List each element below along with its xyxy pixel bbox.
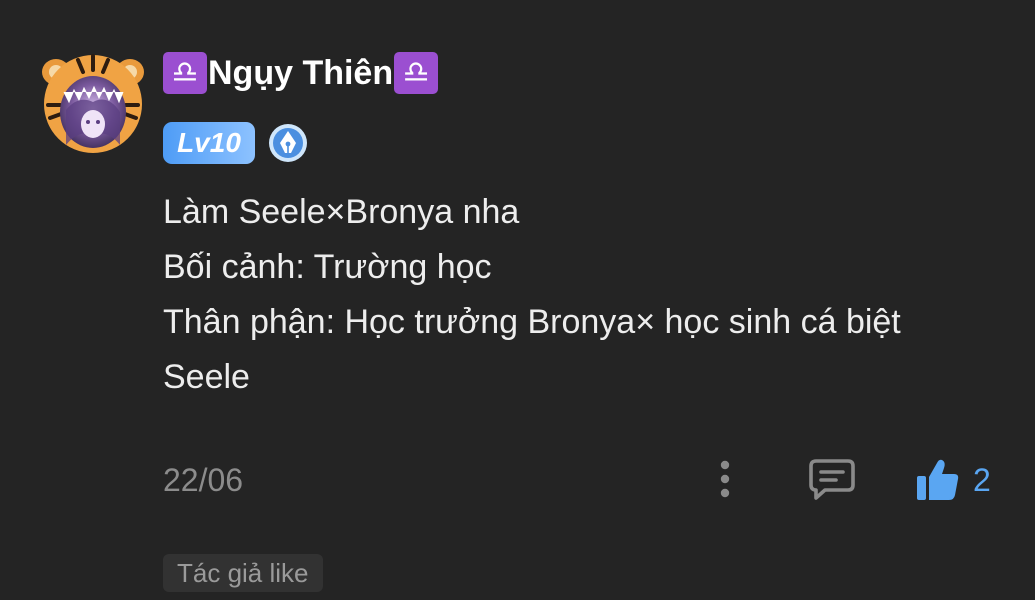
avatar[interactable] <box>38 50 148 155</box>
more-options-button[interactable] <box>708 457 742 501</box>
reply-button[interactable] <box>806 455 858 503</box>
fountain-pen-icon <box>269 124 307 162</box>
username[interactable]: ♎ Ngụy Thiên ♎ <box>163 50 439 96</box>
username-text: Ngụy Thiên <box>208 53 394 92</box>
like-button[interactable]: 2 <box>915 455 991 505</box>
tiger-hood-avatar-icon <box>42 54 144 153</box>
comment-line: Bối cảnh: Trường học <box>163 248 492 286</box>
libra-suffix-icon: ♎ <box>394 52 439 94</box>
comment-date: 22/06 <box>163 462 244 498</box>
more-vertical-icon <box>720 460 730 498</box>
author-liked-badge: Tác giả like <box>163 554 323 592</box>
comment-icon <box>809 459 855 500</box>
libra-prefix-icon: ♎ <box>163 52 207 94</box>
thumbs-up-icon <box>917 459 959 500</box>
level-badge: Lv10 <box>163 122 255 164</box>
comment-line: Thân phận: Học trưởng Bronya× học sinh c… <box>163 303 901 341</box>
comment-content: Làm Seele×Bronya nha Bối cảnh: Trường họ… <box>163 185 1003 405</box>
comment-line: Seele <box>163 358 250 396</box>
like-count: 2 <box>973 461 991 498</box>
user-badges: Lv10 <box>163 122 308 164</box>
comment-line: Làm Seele×Bronya nha <box>163 193 520 231</box>
